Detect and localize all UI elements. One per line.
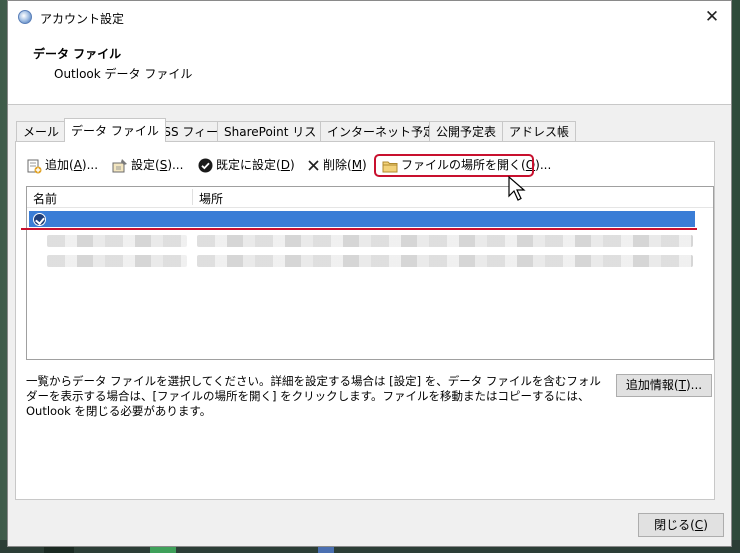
description-text: 一覧からデータ ファイルを選択してください。詳細を設定する場合は [設定] を、… xyxy=(26,374,601,418)
tab-mail[interactable]: メール xyxy=(16,121,67,141)
settings-button[interactable]: 設定(S)... xyxy=(112,154,183,176)
set-default-button[interactable]: 既定に設定(D) xyxy=(198,154,295,176)
close-label-suffix: ) xyxy=(703,518,708,532)
list-item-redacted[interactable] xyxy=(47,255,187,267)
remove-label-suffix: ) xyxy=(362,158,367,172)
data-files-panel: 追加(A)... 設定(S)... 既定に設定(D) 削除(M) ファイルの場所… xyxy=(15,141,715,500)
column-header-location[interactable]: 場所 xyxy=(199,190,223,207)
close-accesskey: C xyxy=(694,518,704,532)
set-default-label-suffix: ) xyxy=(289,158,295,172)
more-info-label-suffix: )... xyxy=(685,378,703,392)
settings-icon xyxy=(112,158,127,172)
list-header: 名前 場所 xyxy=(27,187,713,208)
close-button[interactable]: 閉じる(C) xyxy=(638,513,724,537)
delete-x-icon xyxy=(308,160,319,171)
settings-label: 設定( xyxy=(131,158,160,172)
outlook-globe-icon xyxy=(18,10,32,24)
dialog-header: データ ファイル Outlook データ ファイル xyxy=(8,34,731,105)
window-title: アカウント設定 xyxy=(40,12,125,26)
add-button[interactable]: 追加(A)... xyxy=(26,154,98,176)
more-info-button[interactable]: 追加情報(T)... xyxy=(616,374,712,397)
list-item-redacted-location xyxy=(197,255,693,267)
mouse-cursor-icon xyxy=(508,176,526,201)
list-item-redacted-location xyxy=(197,235,693,247)
tab-address-books[interactable]: アドレス帳 xyxy=(502,121,577,141)
tab-published-calendars[interactable]: 公開予定表 xyxy=(429,121,504,141)
list-item-redacted[interactable] xyxy=(47,235,187,247)
close-window-button[interactable]: ✕ xyxy=(697,4,727,30)
header-subtitle: Outlook データ ファイル xyxy=(54,67,193,81)
add-label: 追加( xyxy=(45,158,74,172)
data-file-list[interactable]: 名前 場所 xyxy=(21,186,714,360)
more-info-label: 追加情報( xyxy=(625,378,679,392)
check-circle-icon xyxy=(198,158,213,173)
more-info-accesskey: T xyxy=(678,378,686,392)
default-check-icon xyxy=(33,213,46,226)
header-title: データ ファイル xyxy=(33,47,122,61)
highlight-underline xyxy=(21,228,697,230)
open-location-label-suffix: )... xyxy=(535,158,552,172)
add-file-icon xyxy=(27,159,42,173)
set-default-accesskey: D xyxy=(280,158,290,172)
remove-label: 削除( xyxy=(323,158,352,172)
highlight-annotation-box xyxy=(374,154,534,177)
add-accesskey: A xyxy=(73,158,82,172)
column-divider[interactable] xyxy=(192,189,193,205)
remove-accesskey: M xyxy=(351,158,363,172)
tab-data-files[interactable]: データ ファイル xyxy=(64,118,166,142)
list-item-selected[interactable] xyxy=(29,211,695,227)
set-default-label: 既定に設定( xyxy=(216,158,281,172)
close-label: 閉じる( xyxy=(654,518,695,532)
settings-label-suffix: )... xyxy=(167,158,184,172)
tab-sharepoint-lists[interactable]: SharePoint リスト xyxy=(217,121,336,141)
column-header-name[interactable]: 名前 xyxy=(33,190,57,207)
add-label-suffix: )... xyxy=(81,158,99,172)
title-bar: アカウント設定 ✕ xyxy=(8,1,731,34)
remove-button[interactable]: 削除(M) xyxy=(307,154,367,176)
account-settings-dialog: アカウント設定 ✕ データ ファイル Outlook データ ファイル メール … xyxy=(7,0,732,547)
